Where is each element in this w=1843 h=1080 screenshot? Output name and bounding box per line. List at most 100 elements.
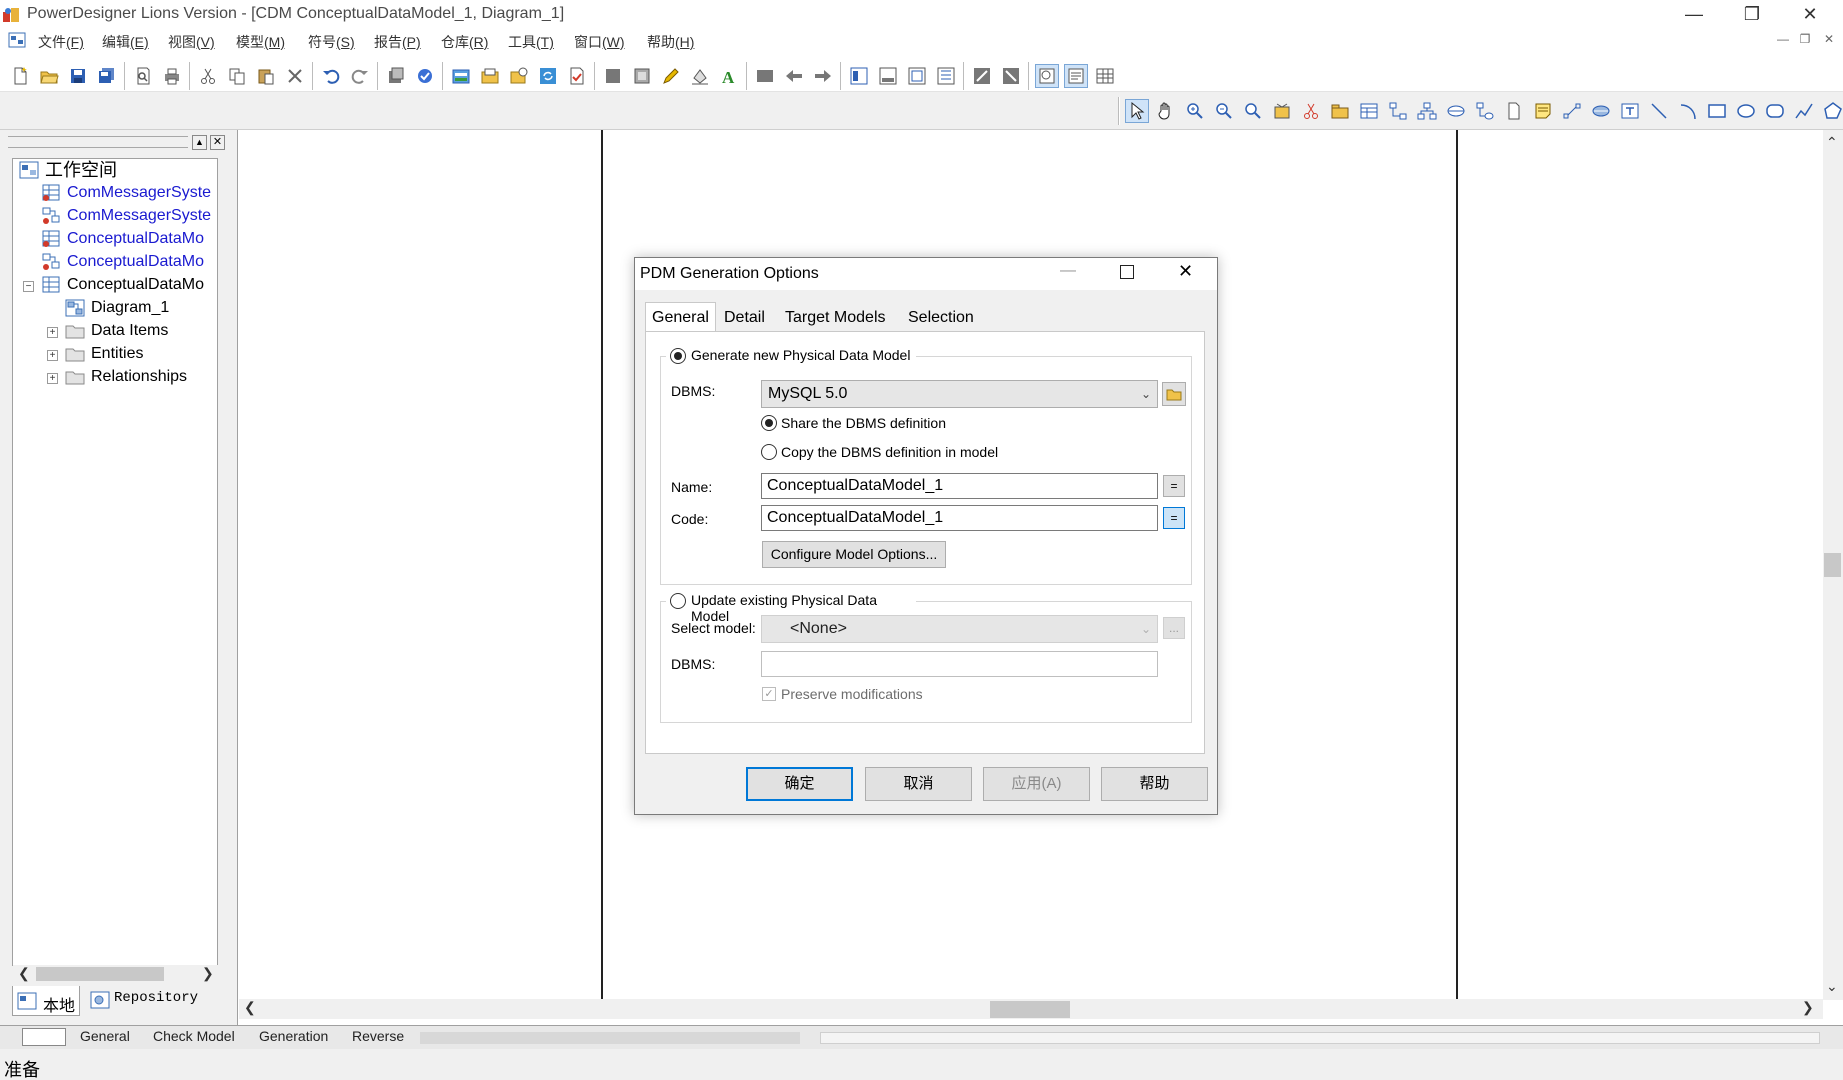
toggle-palette-icon[interactable] xyxy=(1035,64,1059,88)
browser-close-icon[interactable]: ✕ xyxy=(210,135,225,150)
relationship-tool-icon[interactable] xyxy=(1386,99,1410,123)
tree-collapse-toggle[interactable]: − xyxy=(23,281,34,292)
dbms-browse-button[interactable] xyxy=(1162,382,1186,406)
properties-icon[interactable] xyxy=(384,64,408,88)
text-tool-icon[interactable] xyxy=(1618,99,1642,123)
menu-file[interactable]: 文件(F) xyxy=(38,32,84,52)
generate-new-option[interactable]: Generate new Physical Data Model xyxy=(666,347,916,367)
cancel-button[interactable]: 取消 xyxy=(865,767,972,801)
configure-model-options-button[interactable]: Configure Model Options... xyxy=(762,541,946,568)
result-list-icon[interactable] xyxy=(905,64,929,88)
refresh-icon[interactable] xyxy=(536,64,560,88)
import-icon[interactable] xyxy=(478,64,502,88)
frame-icon[interactable] xyxy=(630,64,654,88)
code-equals-button[interactable]: = xyxy=(1163,507,1185,529)
name-field[interactable]: ConceptualDataModel_1 xyxy=(761,473,1158,499)
reverse-engineer-icon[interactable] xyxy=(507,64,531,88)
menu-model[interactable]: 模型(M) xyxy=(236,32,285,52)
output-tab-reverse[interactable]: Reverse xyxy=(352,1028,404,1044)
apply-button[interactable]: 应用(A) xyxy=(983,767,1090,801)
tab-repository[interactable]: Repository xyxy=(86,986,216,1016)
inheritance-tool-icon[interactable] xyxy=(1415,99,1439,123)
tab-selection[interactable]: Selection xyxy=(901,302,981,332)
menu-view[interactable]: 视图(V) xyxy=(168,32,215,52)
zoom-out-icon[interactable] xyxy=(1212,99,1236,123)
output-tab-nav[interactable] xyxy=(22,1028,66,1046)
grabber-icon[interactable] xyxy=(1154,99,1178,123)
output-hscrollbar[interactable] xyxy=(420,1032,800,1044)
mdi-restore-button[interactable]: ❐ xyxy=(1796,32,1814,46)
copy-dbms-radio[interactable] xyxy=(761,444,777,460)
open-icon[interactable] xyxy=(37,64,61,88)
browser-drag-grip[interactable] xyxy=(8,136,188,148)
restore-button[interactable]: ❐ xyxy=(1723,0,1781,29)
group-icon[interactable] xyxy=(753,64,777,88)
association-link-tool-icon[interactable] xyxy=(1473,99,1497,123)
check-model-icon[interactable] xyxy=(413,64,437,88)
polyline-tool-icon[interactable] xyxy=(1792,99,1816,123)
output-tab-general[interactable]: General xyxy=(80,1028,130,1044)
tree-expand-toggle[interactable]: + xyxy=(47,373,58,384)
tab-local[interactable]: 本地 xyxy=(12,986,80,1016)
properties-window-icon[interactable] xyxy=(934,64,958,88)
tab-target-models[interactable]: Target Models xyxy=(778,302,893,332)
ok-button[interactable]: 确定 xyxy=(746,767,853,801)
save-icon[interactable] xyxy=(66,64,90,88)
generate-database-icon[interactable] xyxy=(449,64,473,88)
browser-dock-icon[interactable]: ▲ xyxy=(192,135,207,150)
fill-icon[interactable] xyxy=(688,64,712,88)
name-equals-button[interactable]: = xyxy=(1163,475,1185,497)
note-tool-icon[interactable] xyxy=(1531,99,1555,123)
copy-icon[interactable] xyxy=(225,64,249,88)
delete-tool-icon[interactable] xyxy=(1299,99,1323,123)
menu-symbol[interactable]: 符号(S) xyxy=(308,32,355,52)
minimize-button[interactable]: — xyxy=(1665,0,1723,29)
polygon-tool-icon[interactable] xyxy=(1821,99,1843,123)
shortcut-tool-icon[interactable] xyxy=(1589,99,1613,123)
file-tool-icon[interactable] xyxy=(1502,99,1526,123)
zoom-page-icon[interactable] xyxy=(999,64,1023,88)
rectangle-tool-icon[interactable] xyxy=(1705,99,1729,123)
preserve-modifications-checkbox[interactable]: ✓ xyxy=(762,687,776,701)
dialog-minimize-icon[interactable]: — xyxy=(1060,262,1076,280)
delete-icon[interactable] xyxy=(283,64,307,88)
output-panel-scrollbar[interactable] xyxy=(820,1032,1820,1044)
redo-icon[interactable] xyxy=(348,64,372,88)
update-existing-radio[interactable] xyxy=(670,593,686,609)
rounded-rectangle-tool-icon[interactable] xyxy=(1763,99,1787,123)
generate-new-radio[interactable] xyxy=(670,348,686,364)
output-tab-check-model[interactable]: Check Model xyxy=(153,1028,235,1044)
back-icon[interactable] xyxy=(782,64,806,88)
line-tool-icon[interactable] xyxy=(1647,99,1671,123)
document-system-menu-icon[interactable] xyxy=(8,31,26,49)
menu-help[interactable]: 帮助(H) xyxy=(647,32,694,52)
report-icon[interactable] xyxy=(565,64,589,88)
dialog-close-icon[interactable]: ✕ xyxy=(1178,261,1193,282)
output-tab-generation[interactable]: Generation xyxy=(259,1028,328,1044)
output-window-icon[interactable] xyxy=(876,64,900,88)
dialog-maximize-icon[interactable] xyxy=(1120,265,1134,279)
font-icon[interactable]: A xyxy=(717,64,741,88)
properties-tool-icon[interactable] xyxy=(1270,99,1294,123)
scroll-down-arrow-icon[interactable]: ⌄ xyxy=(1826,978,1838,995)
zoom-in-icon[interactable] xyxy=(1183,99,1207,123)
forward-icon[interactable] xyxy=(811,64,835,88)
tab-detail[interactable]: Detail xyxy=(717,302,772,332)
scroll-right-arrow-icon[interactable]: ❯ xyxy=(1802,999,1814,1016)
zoom-fit-icon[interactable] xyxy=(970,64,994,88)
print-icon[interactable] xyxy=(160,64,184,88)
arc-tool-icon[interactable] xyxy=(1676,99,1700,123)
dbms-select[interactable]: MySQL 5.0 ⌄ xyxy=(761,380,1158,408)
package-icon[interactable] xyxy=(1328,99,1352,123)
menu-edit[interactable]: 编辑(E) xyxy=(102,32,149,52)
ellipse-tool-icon[interactable] xyxy=(1734,99,1758,123)
cut-icon[interactable] xyxy=(196,64,220,88)
update-existing-option[interactable]: Update existing Physical Data Model xyxy=(666,592,916,624)
update-dbms-field[interactable] xyxy=(761,651,1158,677)
mdi-close-button[interactable]: ✕ xyxy=(1820,32,1838,46)
open-package-diagram-icon[interactable] xyxy=(1241,99,1265,123)
menu-repository[interactable]: 仓库(R) xyxy=(441,32,488,52)
tree-scroll-thumb[interactable] xyxy=(36,967,164,981)
mdi-minimize-button[interactable]: — xyxy=(1774,32,1792,46)
pen-icon[interactable] xyxy=(659,64,683,88)
